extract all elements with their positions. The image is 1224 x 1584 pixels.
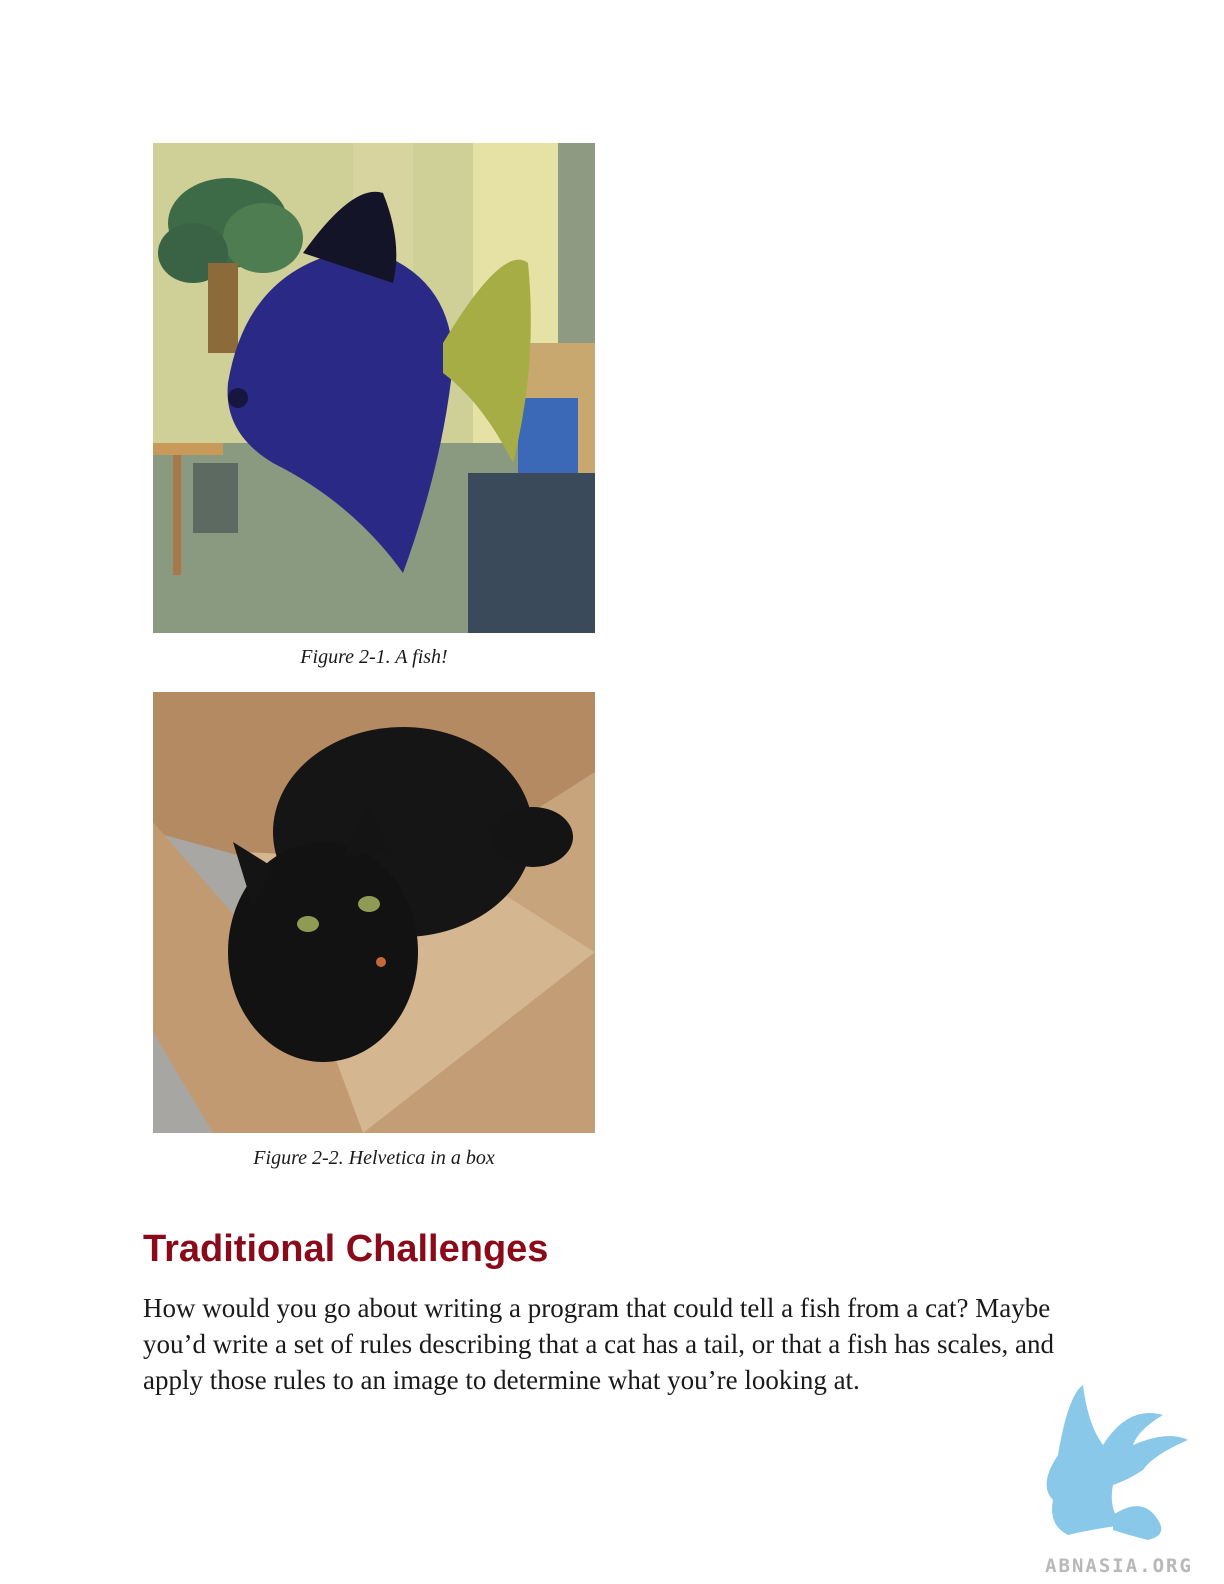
abnasia-watermark-logo: ABNASIA.ORG	[1028, 1385, 1210, 1577]
griffin-icon	[1046, 1385, 1188, 1540]
body-paragraph: How would you go about writing a program…	[143, 1293, 1054, 1395]
figure-caption: Figure 2-2. Helvetica in a box	[253, 1147, 495, 1169]
section-heading: Traditional Challenges	[143, 1228, 549, 1270]
watermark-text: ABNASIA.ORG	[1045, 1555, 1193, 1577]
figure-caption: Figure 2-1. A fish!	[300, 646, 448, 668]
fish-photo	[153, 143, 595, 633]
cat-in-box-photo	[153, 692, 595, 1133]
